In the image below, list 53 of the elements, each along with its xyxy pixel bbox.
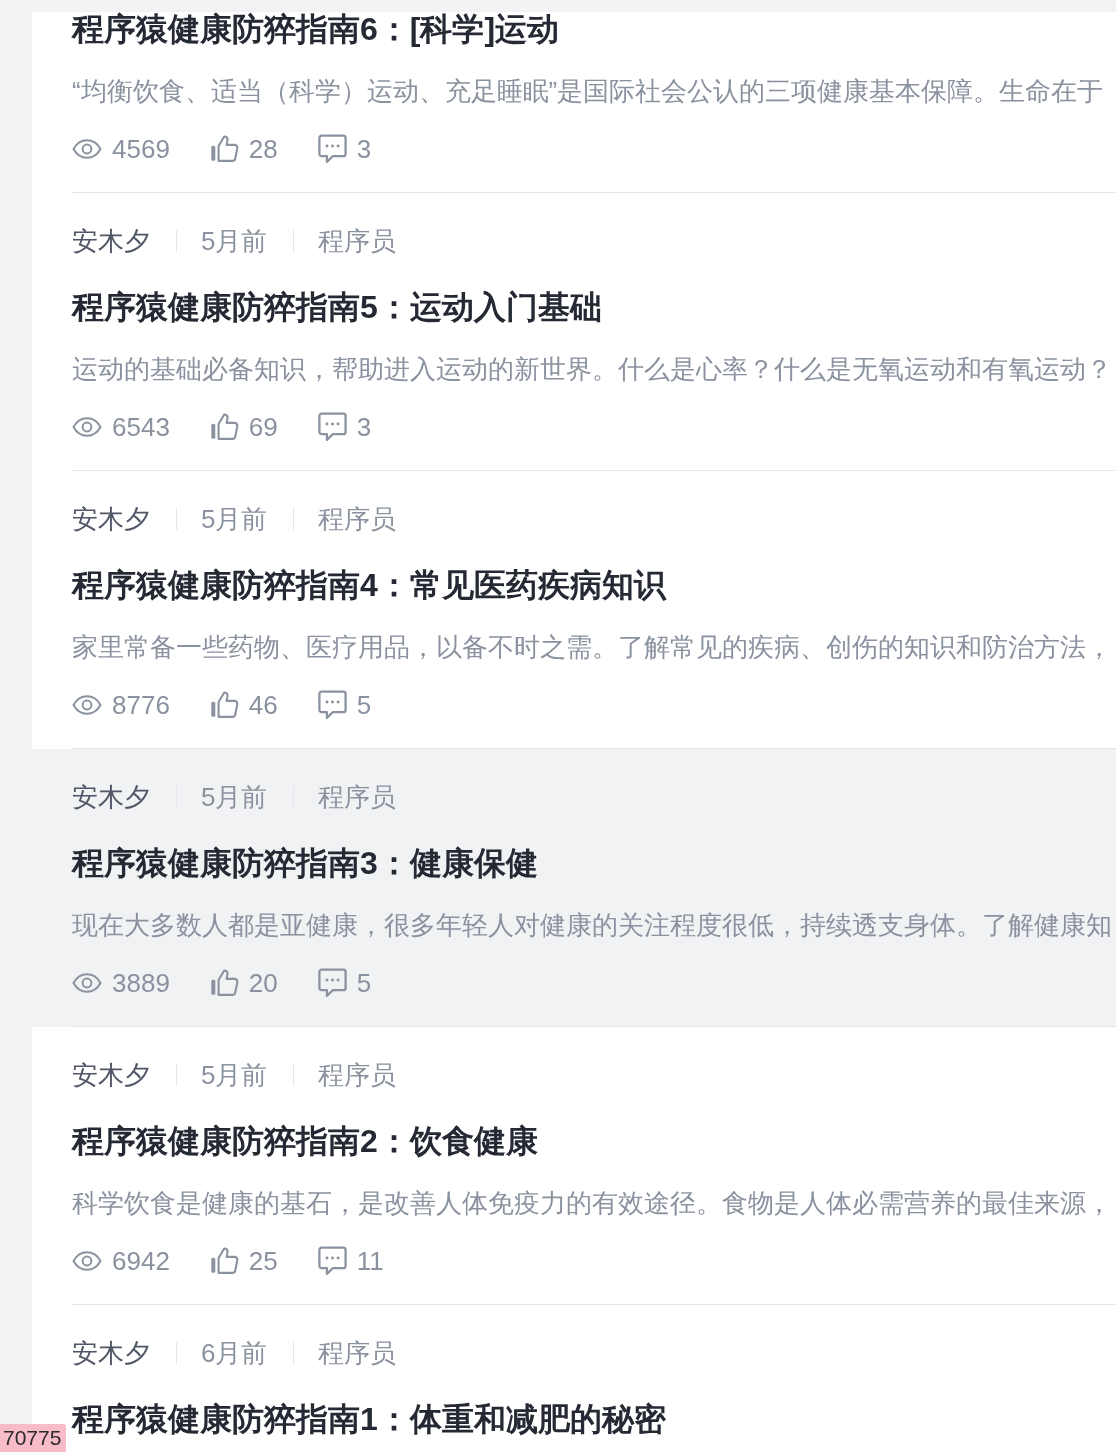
view-count: 6942 bbox=[112, 1245, 170, 1278]
eye-icon bbox=[72, 973, 102, 993]
comment-icon bbox=[317, 1246, 347, 1276]
author-name[interactable]: 安木夕 bbox=[72, 779, 150, 815]
eye-icon bbox=[72, 1251, 102, 1271]
comment-icon bbox=[317, 690, 347, 720]
article-title[interactable]: 程序猿健康防猝指南1：体重和减肥的秘密 bbox=[72, 1402, 1116, 1436]
thumbs-up-icon bbox=[209, 1246, 239, 1276]
comment-count: 5 bbox=[356, 689, 372, 722]
comment-count: 3 bbox=[356, 411, 372, 444]
comment-icon bbox=[317, 412, 347, 442]
thumbs-up-icon bbox=[209, 134, 239, 164]
thumbs-up-icon bbox=[209, 412, 239, 442]
author-name[interactable]: 安木夕 bbox=[72, 1057, 150, 1093]
like-count: 46 bbox=[248, 689, 278, 722]
thumbs-up-icon bbox=[209, 690, 239, 720]
article-title[interactable]: 程序猿健康防猝指南5：运动入门基础 bbox=[72, 290, 1116, 324]
article-excerpt: 家里常备一些药物、医疗用品，以备不时之需。了解常见的疾病、创伤的知识和防治方法， bbox=[72, 632, 1113, 663]
comment-count: 11 bbox=[356, 1245, 384, 1278]
article-title[interactable]: 程序猿健康防猝指南2：饮食健康 bbox=[72, 1124, 1116, 1158]
like-count: 69 bbox=[248, 411, 278, 444]
eye-icon bbox=[72, 139, 102, 159]
view-count: 8776 bbox=[112, 689, 170, 722]
article-excerpt: “均衡饮食、适当（科学）运动、充足睡眠”是国际社会公认的三项健康基本保障。生命在于 bbox=[72, 76, 1105, 107]
comment-count: 5 bbox=[356, 967, 372, 1000]
like-count: 25 bbox=[248, 1245, 278, 1278]
post-time: 6月前 bbox=[201, 1337, 268, 1370]
eye-icon bbox=[72, 695, 102, 715]
comment-count: 3 bbox=[356, 133, 372, 166]
post-time: 5月前 bbox=[201, 1059, 268, 1092]
counter-badge: 70775 bbox=[0, 1424, 67, 1452]
article-list-item[interactable]: 安木夕 5月前 程序员 程序猿健康防猝指南3：健康保健 现在大多数人都是亚健康，很多年轻人对健康的关注程度很低，持续透支身体。了解健康知 3889 20 5 bbox=[32, 749, 1116, 1027]
post-time: 5月前 bbox=[201, 781, 268, 814]
comment-icon bbox=[317, 968, 347, 998]
author-name[interactable]: 安木夕 bbox=[72, 501, 150, 537]
article-excerpt: 现在大多数人都是亚健康，很多年轻人对健康的关注程度很低，持续透支身体。了解健康知 bbox=[72, 910, 1113, 941]
comment-icon bbox=[317, 134, 347, 164]
view-count: 3889 bbox=[112, 967, 170, 1000]
like-count: 20 bbox=[248, 967, 278, 1000]
thumbs-up-icon bbox=[209, 968, 239, 998]
like-count: 28 bbox=[248, 133, 278, 166]
post-time: 5月前 bbox=[201, 503, 268, 536]
article-excerpt: 运动的基础必备知识，帮助进入运动的新世界。什么是心率？什么是无氧运动和有氧运动？ bbox=[72, 354, 1113, 385]
author-name[interactable]: 安木夕 bbox=[72, 223, 150, 259]
article-title[interactable]: 程序猿健康防猝指南6：[科学]运动 bbox=[72, 12, 1116, 46]
article-title[interactable]: 程序猿健康防猝指南3：健康保健 bbox=[72, 846, 1116, 880]
article-title[interactable]: 程序猿健康防猝指南4：常见医药疾病知识 bbox=[72, 568, 1116, 602]
author-name[interactable]: 安木夕 bbox=[72, 1335, 150, 1371]
article-excerpt: 科学饮食是健康的基石，是改善人体免疫力的有效途径。食物是人体必需营养的最佳来源， bbox=[72, 1188, 1113, 1219]
view-count: 6543 bbox=[112, 411, 170, 444]
eye-icon bbox=[72, 417, 102, 437]
post-time: 5月前 bbox=[201, 225, 268, 258]
view-count: 4569 bbox=[112, 133, 170, 166]
